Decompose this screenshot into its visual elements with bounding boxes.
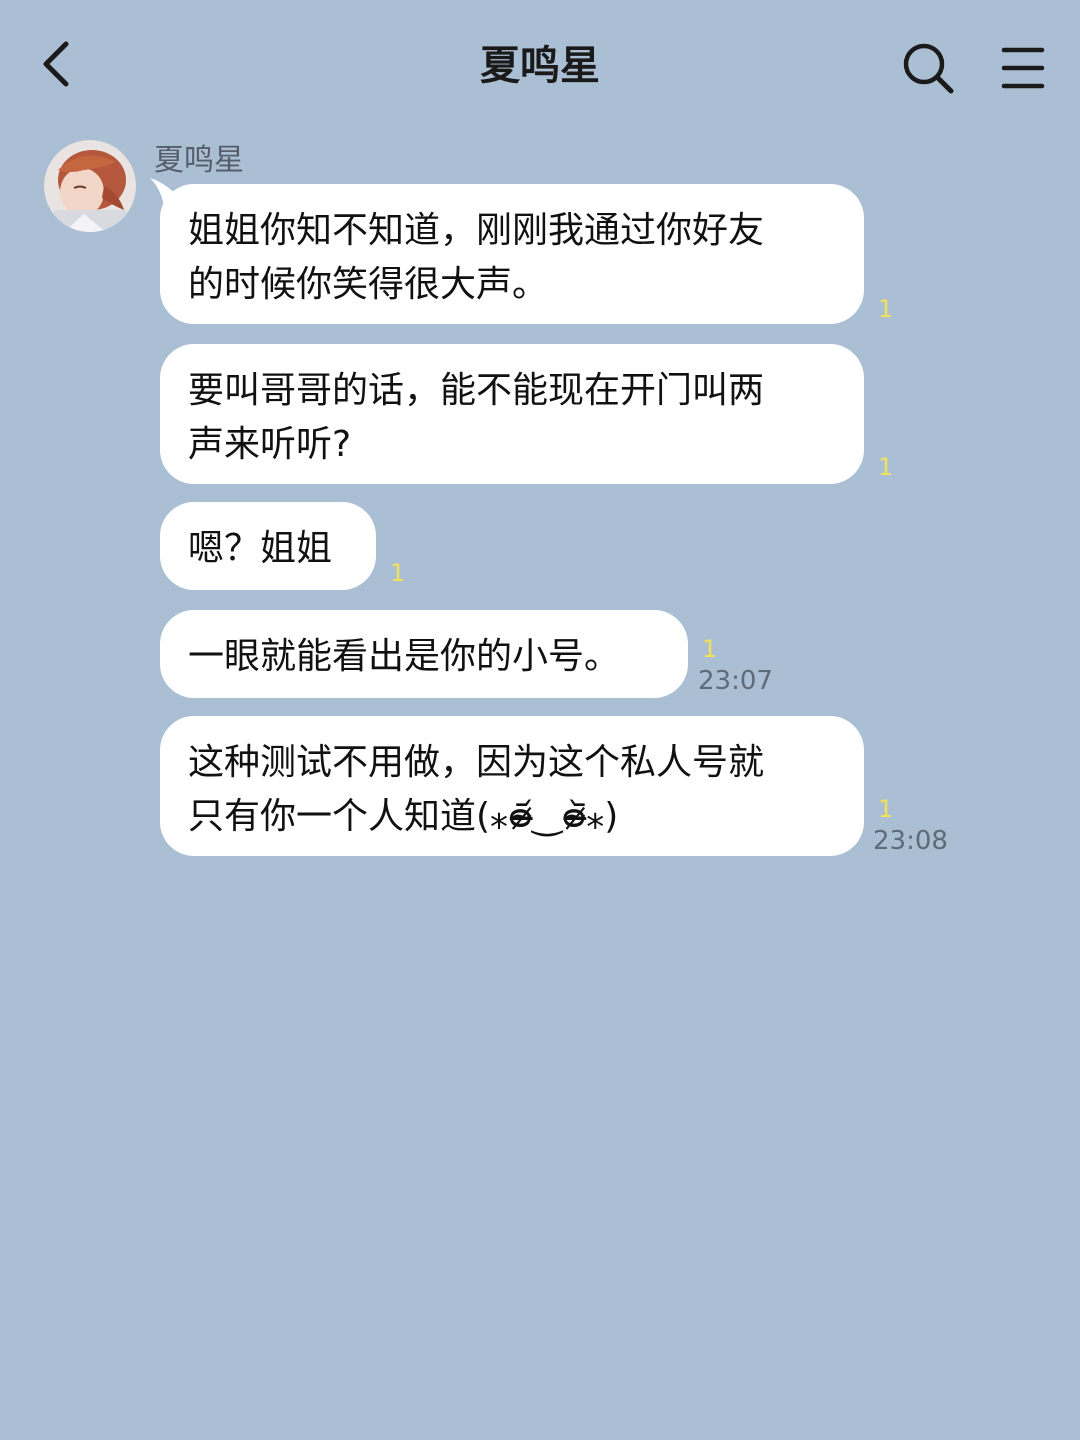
back-button[interactable] bbox=[26, 32, 90, 96]
sender-name: 夏鸣星 bbox=[154, 143, 244, 178]
unread-count: 1 bbox=[702, 635, 718, 663]
message-bubble[interactable]: 嗯？姐姐 bbox=[160, 502, 376, 590]
chat-header: 夏鸣星 bbox=[0, 0, 1080, 130]
avatar-image bbox=[44, 140, 136, 232]
chat-title: 夏鸣星 bbox=[480, 43, 600, 89]
contact-avatar[interactable] bbox=[44, 140, 136, 232]
menu-icon bbox=[1001, 47, 1045, 89]
unread-count: 1 bbox=[878, 453, 894, 481]
unread-count: 1 bbox=[878, 295, 894, 323]
message-bubble[interactable]: 要叫哥哥的话，能不能现在开门叫两 声来听听? bbox=[160, 344, 864, 484]
unread-count: 1 bbox=[390, 559, 406, 587]
message-bubble[interactable]: 这种测试不用做，因为这个私人号就 只有你一个人知道(⁎ᴑ̴̶̷᷄‿ᴑ̴̶̷᷅⁎) bbox=[160, 716, 864, 856]
search-button[interactable] bbox=[896, 36, 960, 100]
chat-screen: 夏鸣星 夏鸣星 姐姐你知不知道，刚刚我通过你好友 的时候你笑得很大声。 1 要叫… bbox=[0, 0, 1080, 1440]
search-icon bbox=[903, 43, 954, 94]
message-bubble[interactable]: 一眼就能看出是你的小号。 bbox=[160, 610, 688, 698]
menu-button[interactable] bbox=[990, 36, 1054, 100]
chevron-left-icon bbox=[43, 41, 69, 87]
message-time: 23:08 bbox=[873, 826, 948, 856]
unread-count: 1 bbox=[878, 795, 894, 823]
message-time: 23:07 bbox=[698, 666, 773, 696]
message-bubble[interactable]: 姐姐你知不知道，刚刚我通过你好友 的时候你笑得很大声。 bbox=[160, 184, 864, 324]
